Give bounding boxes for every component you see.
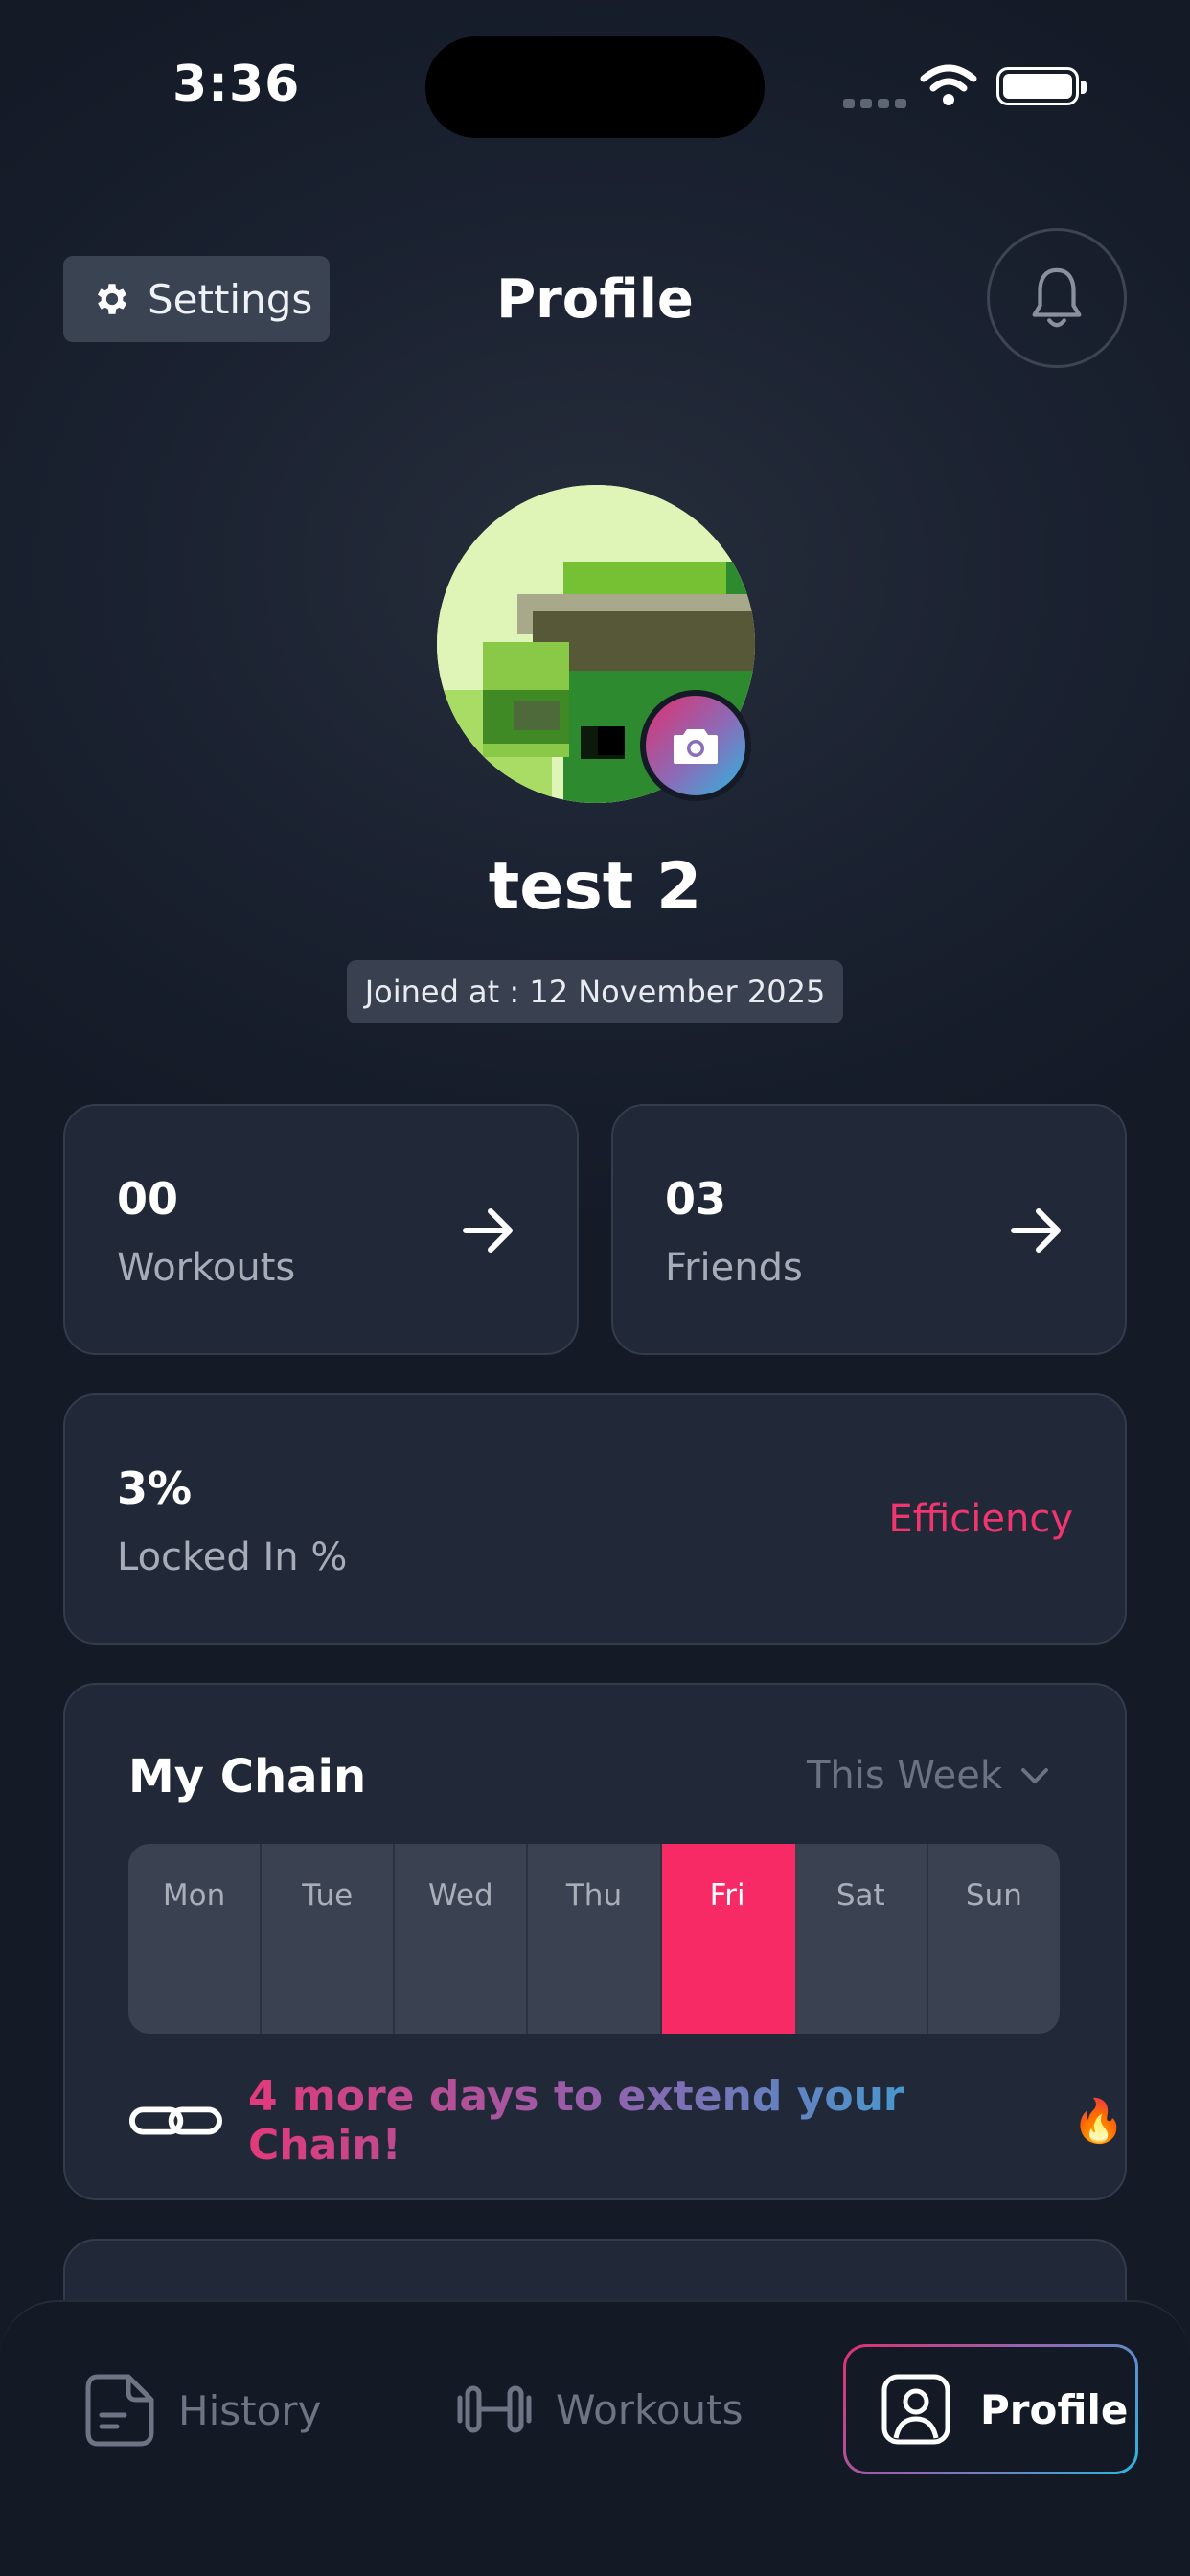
battery-icon: [996, 67, 1087, 105]
chain-link-icon: [128, 2106, 222, 2135]
friends-count: 03: [665, 1173, 727, 1225]
notifications-button[interactable]: [987, 228, 1127, 368]
workouts-label: Workouts: [117, 1246, 296, 1290]
chain-period-dropdown[interactable]: This Week: [807, 1754, 1050, 1798]
profile-screen: 3:36 Settings Profile test 2 Joined at:…: [0, 0, 1190, 2576]
locked-in-value: 3%: [117, 1462, 193, 1514]
my-chain-card: My Chain This Week Mon Tue Wed Thu Fri S…: [63, 1683, 1127, 2200]
bell-icon: [1032, 267, 1082, 328]
nav-profile-label: Profile: [980, 2385, 1129, 2433]
dynamic-island: [425, 36, 765, 138]
day-sat[interactable]: Sat: [795, 1844, 928, 2034]
chain-title: My Chain: [128, 1750, 367, 1804]
flame-icon: 🔥: [1072, 2097, 1125, 2146]
joined-date-badge: Joined at : 12 November 2025: [347, 960, 843, 1024]
day-mon[interactable]: Mon: [128, 1844, 263, 2034]
day-thu[interactable]: Thu: [528, 1844, 662, 2034]
nav-workouts-label: Workouts: [556, 2385, 744, 2433]
locked-in-label: Locked In %: [117, 1535, 348, 1579]
status-time: 3:36: [172, 56, 301, 113]
user-icon: [881, 2374, 950, 2445]
cellular-signal-icon: [843, 94, 912, 112]
workouts-stat-card[interactable]: 00 Workouts: [63, 1104, 579, 1355]
arrow-right-icon: [463, 1208, 513, 1253]
nav-profile[interactable]: Profile: [843, 2344, 1138, 2474]
camera-icon: [674, 729, 718, 764]
day-tue[interactable]: Tue: [262, 1844, 396, 2034]
username: test 2: [488, 849, 702, 925]
locked-in-card: 3% Locked In % Efficiency: [63, 1393, 1127, 1644]
day-wed[interactable]: Wed: [395, 1844, 529, 2034]
change-photo-button[interactable]: [640, 690, 751, 801]
friends-stat-card[interactable]: 03 Friends: [611, 1104, 1127, 1355]
friends-label: Friends: [665, 1246, 803, 1290]
workouts-count: 00: [117, 1173, 179, 1225]
day-sun[interactable]: Sun: [928, 1844, 1060, 2034]
wifi-icon: [920, 64, 977, 105]
chevron-down-icon: [1021, 1768, 1048, 1783]
week-day-strip: Mon Tue Wed Thu Fri Sat Sun: [128, 1844, 1060, 2034]
nav-history-label: History: [178, 2386, 322, 2434]
history-document-icon: [85, 2374, 154, 2447]
nav-history[interactable]: History: [84, 2373, 321, 2448]
arrow-right-icon: [1011, 1208, 1061, 1253]
chain-message-text: 4 more days to extend your Chain!: [248, 2072, 1047, 2170]
nav-workouts[interactable]: Workouts: [456, 2382, 744, 2436]
chain-message: 4 more days to extend your Chain! 🔥: [128, 2072, 1125, 2170]
dumbbell-icon: [457, 2385, 532, 2433]
efficiency-label: Efficiency: [888, 1497, 1073, 1541]
chain-period-value: This Week: [806, 1754, 1002, 1798]
day-fri[interactable]: Fri: [661, 1844, 795, 2034]
bottom-nav: History Workouts Profile: [0, 2300, 1190, 2576]
